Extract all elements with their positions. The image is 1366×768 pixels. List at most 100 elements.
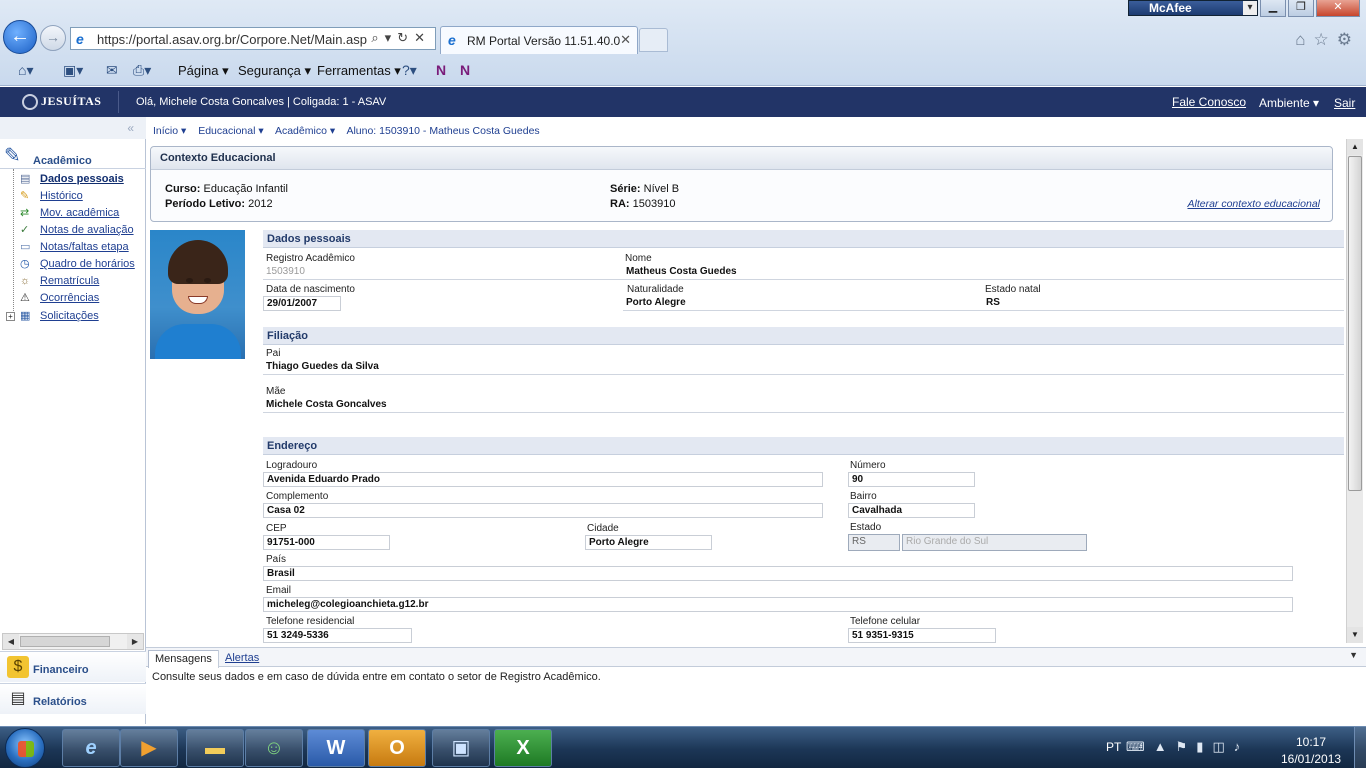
clock-date[interactable]: 16/01/2013 bbox=[1281, 752, 1341, 766]
close-window-icon[interactable]: ✕ bbox=[1316, 0, 1360, 17]
person-card-icon: ▤ bbox=[20, 173, 31, 185]
home-star-settings-icons[interactable]: ⌂☆⚙ bbox=[1295, 30, 1360, 50]
minimize-icon[interactable]: ▁ bbox=[1260, 0, 1286, 17]
start-button[interactable] bbox=[5, 728, 45, 768]
registro-label: Registro Acadêmico bbox=[266, 253, 355, 264]
tray-icons[interactable]: ⌨▲⚑▮◫♪ bbox=[1126, 739, 1249, 755]
logout-link[interactable]: Sair bbox=[1334, 96, 1355, 110]
section-filiacao: Filiação bbox=[263, 327, 1344, 345]
maximize-icon[interactable]: ❐ bbox=[1288, 0, 1314, 17]
academico-icon: ✎ bbox=[4, 145, 21, 167]
contact-link[interactable]: Fale Conosco bbox=[1172, 95, 1246, 109]
sidebar-item-mov-academica[interactable]: ⇄ Mov. acadêmica bbox=[10, 206, 146, 222]
messenger-icon[interactable]: ☺ bbox=[245, 729, 303, 767]
sidebar-item-label: Ocorrências bbox=[40, 292, 100, 304]
show-desktop-button[interactable] bbox=[1354, 727, 1366, 768]
browser-tab-active[interactable]: e RM Portal Versão 11.51.40.0 ✕ bbox=[440, 26, 638, 54]
forward-button[interactable]: → bbox=[40, 25, 66, 51]
scroll-down-icon[interactable]: ▼ bbox=[1347, 627, 1363, 643]
change-context-link[interactable]: Alterar contexto educacional bbox=[1188, 198, 1321, 210]
sidebar-item-solicitacoes[interactable]: ▦ Solicitações bbox=[10, 309, 146, 325]
bairro-label: Bairro bbox=[850, 491, 877, 502]
user-greeting: Olá, Michele Costa Goncalves | Coligada:… bbox=[136, 96, 387, 108]
sidebar-collapse-button[interactable]: « bbox=[0, 117, 146, 139]
menu-pagina[interactable]: Página ▾ bbox=[178, 63, 229, 79]
scroll-right-icon[interactable]: ▶ bbox=[127, 634, 143, 649]
menu-ferramentas[interactable]: Ferramentas ▾ bbox=[317, 63, 401, 79]
tab-mensagens[interactable]: Mensagens bbox=[148, 650, 219, 668]
main-vertical-scrollbar[interactable]: ▲ ▼ bbox=[1346, 139, 1363, 643]
breadcrumb-inicio[interactable]: Início ▾ bbox=[153, 125, 186, 137]
logradouro-field: Avenida Eduardo Prado bbox=[263, 472, 823, 487]
new-tab-button[interactable] bbox=[639, 28, 668, 52]
sidebar-item-notas-avaliacao[interactable]: ✓ Notas de avaliação bbox=[10, 223, 146, 239]
remote-desktop-icon[interactable]: ▣ bbox=[432, 729, 490, 767]
window-controls: ▁ ❐ ✕ bbox=[1260, 0, 1360, 18]
sidebar-section-financeiro[interactable]: $ Financeiro bbox=[0, 651, 146, 682]
scroll-thumb[interactable] bbox=[1348, 156, 1362, 491]
complemento-label: Complemento bbox=[266, 491, 329, 502]
address-tools-icon[interactable]: ⌕▾↻✕ bbox=[371, 30, 431, 46]
help-icon[interactable]: ?▾ bbox=[402, 62, 417, 79]
cep-label: CEP bbox=[266, 523, 287, 534]
feeds-icon[interactable]: ▣▾ bbox=[63, 62, 83, 79]
sidebar-item-label: Rematrícula bbox=[40, 275, 100, 287]
ie-taskbar-icon[interactable]: e bbox=[62, 729, 120, 767]
breadcrumb-academico[interactable]: Acadêmico ▾ bbox=[275, 125, 335, 137]
back-button[interactable]: ← bbox=[3, 20, 37, 54]
sidebar-item-quadro-horarios[interactable]: ◷ Quadro de horários bbox=[10, 257, 146, 273]
section-endereco: Endereço bbox=[263, 437, 1344, 455]
jesuitas-logo: JESUÍTAS bbox=[22, 94, 101, 111]
tab-close-icon[interactable]: ✕ bbox=[620, 32, 631, 48]
sidebar-item-notas-faltas[interactable]: ▭ Notas/faltas etapa bbox=[10, 240, 146, 256]
complemento-field: Casa 02 bbox=[263, 503, 823, 518]
excel-icon[interactable]: X bbox=[494, 729, 552, 767]
curso-value: Educação Infantil bbox=[203, 183, 288, 195]
cidade-field: Porto Alegre bbox=[585, 535, 712, 550]
environment-menu[interactable]: Ambiente ▾ bbox=[1259, 96, 1319, 110]
cidade-label: Cidade bbox=[587, 523, 619, 534]
mail-icon[interactable]: ✉ bbox=[106, 62, 118, 79]
sidebar-item-dados-pessoais[interactable]: ▤ Dados pessoais bbox=[10, 172, 146, 188]
sidebar-horizontal-scrollbar[interactable]: ◀ ▶ bbox=[2, 633, 144, 650]
tab-alertas[interactable]: Alertas bbox=[218, 650, 265, 668]
word-icon[interactable]: W bbox=[307, 729, 365, 767]
periodo-value: 2012 bbox=[248, 198, 273, 210]
sidebar-item-label: Notas/faltas etapa bbox=[40, 241, 129, 253]
tray-language[interactable]: PT bbox=[1106, 740, 1121, 754]
scroll-thumb[interactable] bbox=[20, 636, 110, 647]
home-icon[interactable]: ⌂▾ bbox=[18, 62, 33, 79]
sidebar-item-historico[interactable]: ✎ Histórico bbox=[10, 189, 146, 205]
media-player-icon[interactable]: ▶ bbox=[120, 729, 178, 767]
scroll-left-icon[interactable]: ◀ bbox=[3, 634, 19, 649]
sidebar-item-ocorrencias[interactable]: ⚠ Ocorrências bbox=[10, 291, 146, 307]
sidebar-item-label: Dados pessoais bbox=[40, 173, 124, 185]
menu-seguranca[interactable]: Segurança ▾ bbox=[238, 63, 311, 79]
main-content: Início ▾ Educacional ▾ Acadêmico ▾ Aluno… bbox=[146, 117, 1366, 647]
address-bar[interactable]: e https://portal.asav.org.br/Corpore.Net… bbox=[70, 27, 436, 50]
sidebar-section-academico[interactable]: ✎ Acadêmico bbox=[0, 141, 146, 169]
email-label: Email bbox=[266, 585, 292, 596]
onenote-linked-icon[interactable]: N bbox=[460, 62, 470, 78]
ra-value: 1503910 bbox=[632, 198, 676, 210]
context-panel: Contexto Educacional Curso: Educação Inf… bbox=[150, 146, 1333, 222]
context-ra: RA: 1503910 bbox=[610, 198, 675, 210]
onenote-icon[interactable]: N bbox=[436, 62, 446, 78]
sidebar-item-rematricula[interactable]: ☼ Rematrícula bbox=[10, 274, 146, 290]
outlook-icon[interactable]: O bbox=[368, 729, 426, 767]
scroll-up-icon[interactable]: ▲ bbox=[1347, 139, 1363, 155]
document-icon: ▭ bbox=[20, 241, 31, 253]
clock-time[interactable]: 10:17 bbox=[1296, 735, 1326, 749]
breadcrumb-educacional[interactable]: Educacional ▾ bbox=[198, 125, 263, 137]
sidebar-item-label: Mov. acadêmica bbox=[40, 207, 120, 219]
explorer-folder-icon[interactable]: ▬ bbox=[186, 729, 244, 767]
print-icon[interactable]: ⎙▾ bbox=[133, 62, 151, 79]
photo-eye bbox=[204, 278, 211, 283]
nome-label: Nome bbox=[625, 253, 652, 264]
swirl-icon: ☼ bbox=[20, 275, 31, 287]
mcafee-button[interactable]: McAfee bbox=[1128, 0, 1258, 16]
sidebar-section-relatorios[interactable]: ▤ Relatórios bbox=[0, 683, 146, 714]
breadcrumb-aluno: Aluno: 1503910 - Matheus Costa Guedes bbox=[346, 125, 540, 137]
panel-dropdown-icon[interactable]: ▼ bbox=[1349, 650, 1358, 660]
url-text[interactable]: https://portal.asav.org.br/Corpore.Net/M… bbox=[97, 32, 367, 47]
